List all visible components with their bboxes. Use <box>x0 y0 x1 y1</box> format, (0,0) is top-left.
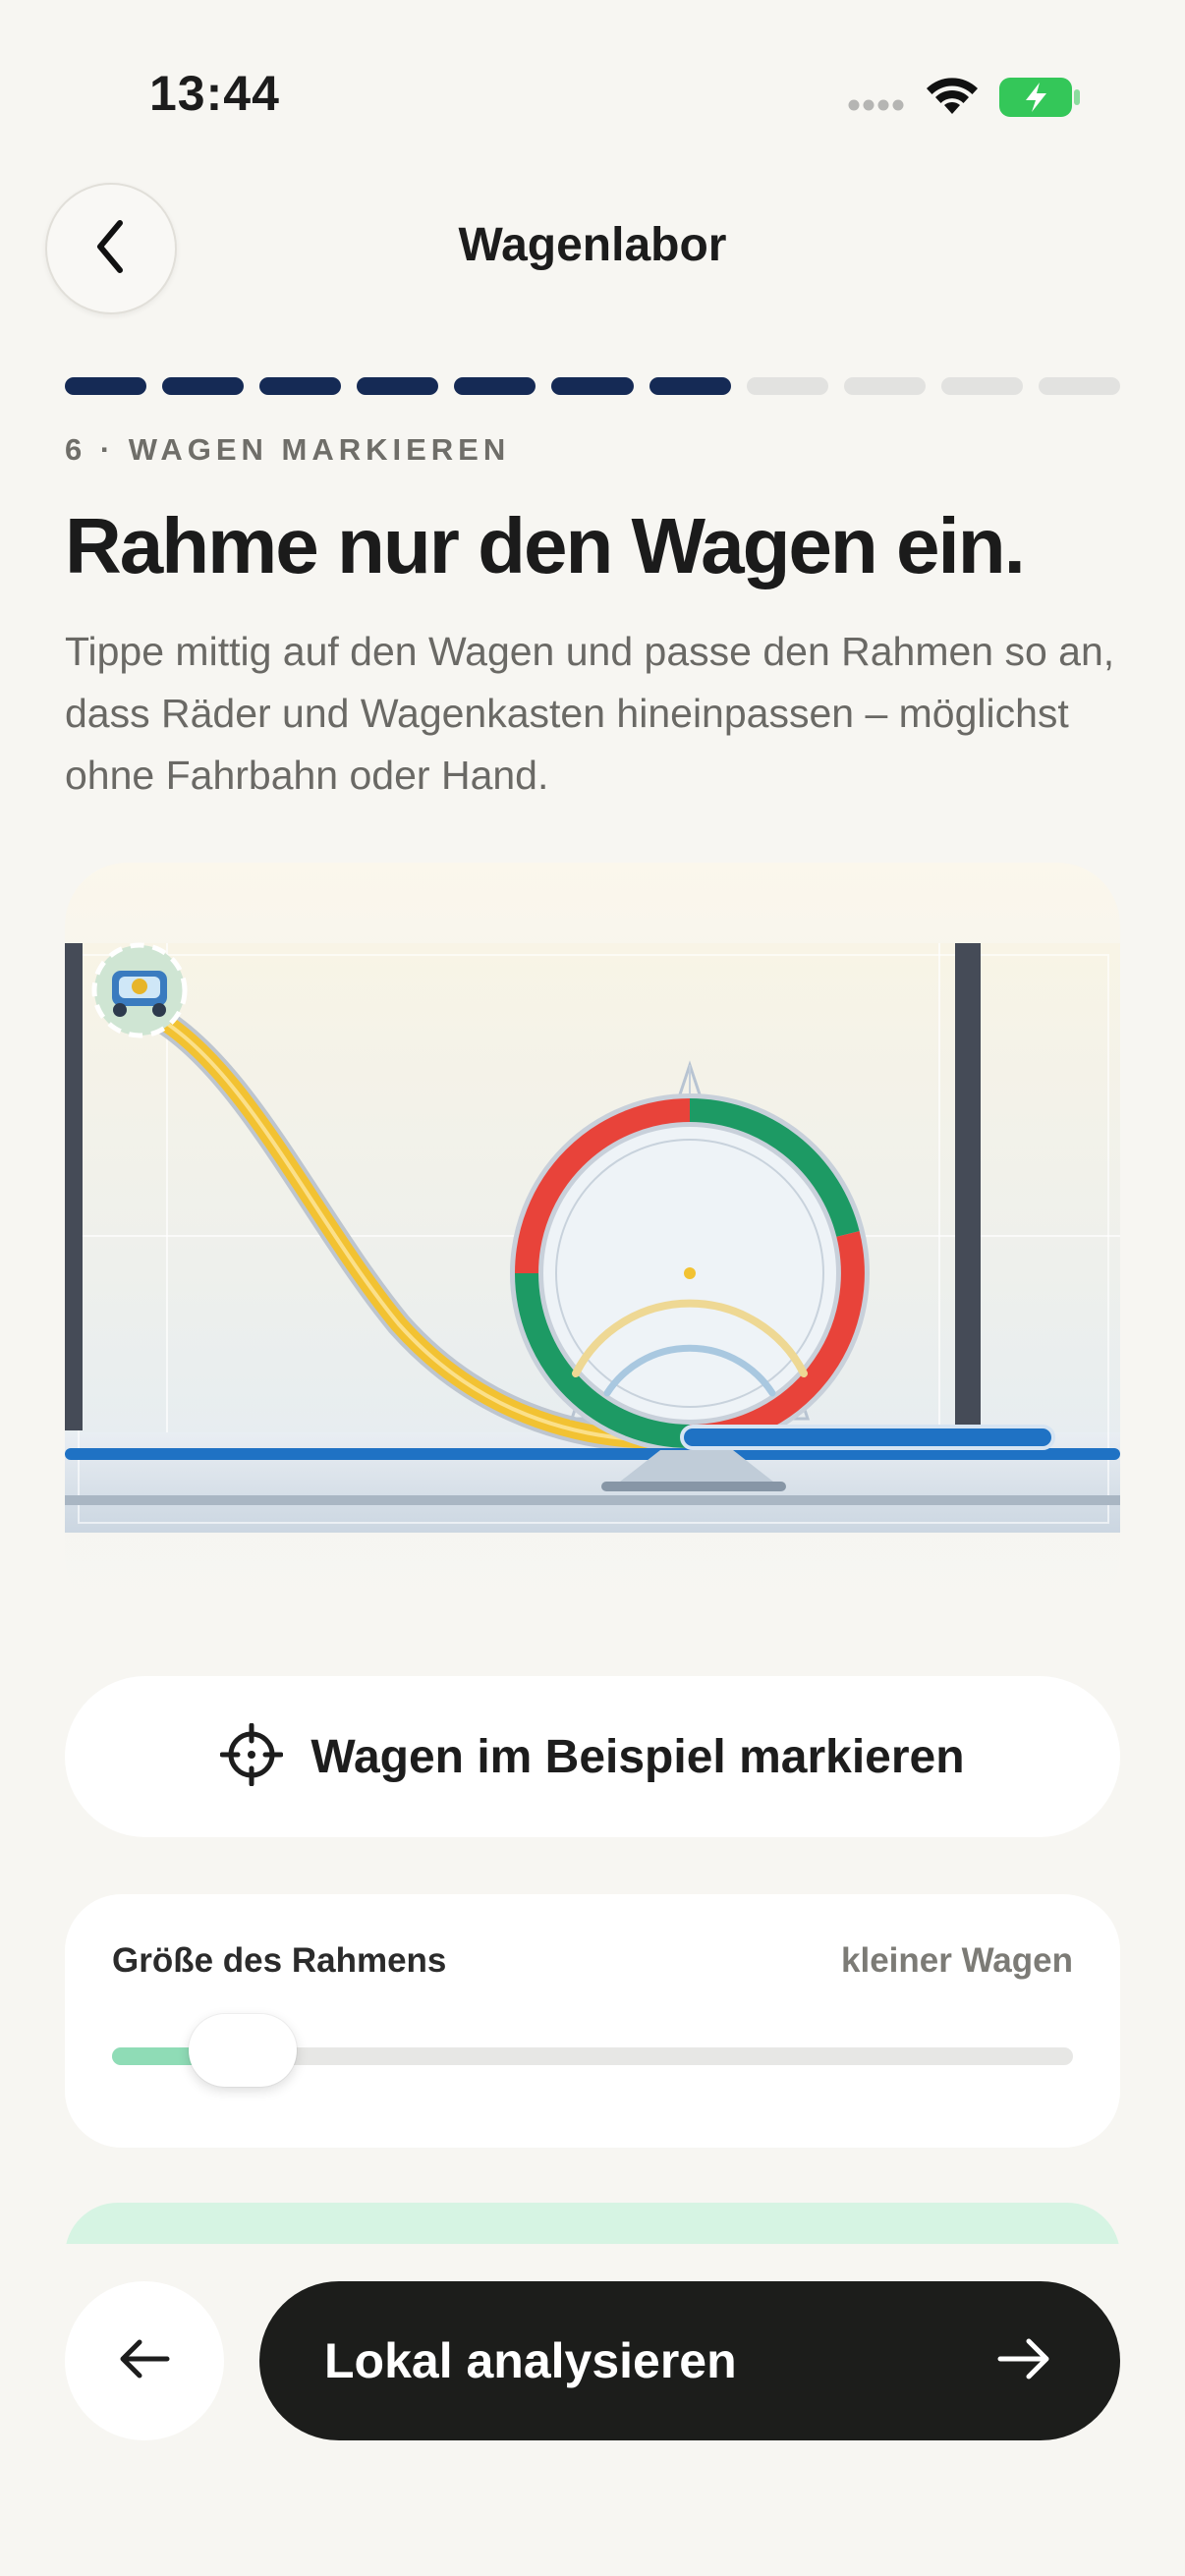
frame-size-slider[interactable] <box>112 2014 1073 2087</box>
progress-segment <box>843 377 926 395</box>
step-label: 6 · WAGEN MARKIEREN <box>65 432 511 467</box>
progress-segment <box>357 377 439 395</box>
progress-segment <box>162 377 245 395</box>
progress-segment <box>551 377 634 395</box>
mark-car-label: Wagen im Beispiel markieren <box>310 1730 965 1783</box>
signal-dots-icon <box>847 98 906 117</box>
slider-thumb[interactable] <box>189 2014 298 2087</box>
nav-title: Wagenlabor <box>458 219 727 271</box>
step-description: Tippe mittig auf den Wagen und passe den… <box>65 629 1115 798</box>
analyze-locally-label: Lokal analysieren <box>324 2333 737 2388</box>
frame-size-value: kleiner Wagen <box>841 1941 1073 1980</box>
progress-segment <box>65 377 147 395</box>
step-progress <box>65 377 1121 395</box>
analyze-locally-button[interactable]: Lokal analysieren <box>259 2281 1120 2440</box>
crosshair-icon <box>219 1722 284 1791</box>
progress-segment <box>940 377 1023 395</box>
progress-segment <box>1038 377 1121 395</box>
page-title: Rahme nur den Wagen ein. <box>65 502 1026 589</box>
status-time: 13:44 <box>149 66 280 121</box>
mark-car-button[interactable]: Wagen im Beispiel markieren <box>65 1676 1120 1837</box>
frame-size-card: Größe des Rahmens kleiner Wagen <box>65 1894 1120 2148</box>
progress-segment <box>259 377 342 395</box>
example-image[interactable] <box>65 863 1120 1619</box>
previous-step-button[interactable] <box>65 2281 224 2440</box>
battery-charging-icon <box>998 77 1081 123</box>
progress-segment <box>649 377 731 395</box>
arrow-left-icon <box>118 2337 171 2385</box>
arrow-right-icon <box>996 2336 1051 2386</box>
frame-size-label: Größe des Rahmens <box>112 1941 447 1980</box>
wifi-icon <box>924 73 981 121</box>
progress-segment <box>454 377 536 395</box>
progress-segment <box>746 377 828 395</box>
